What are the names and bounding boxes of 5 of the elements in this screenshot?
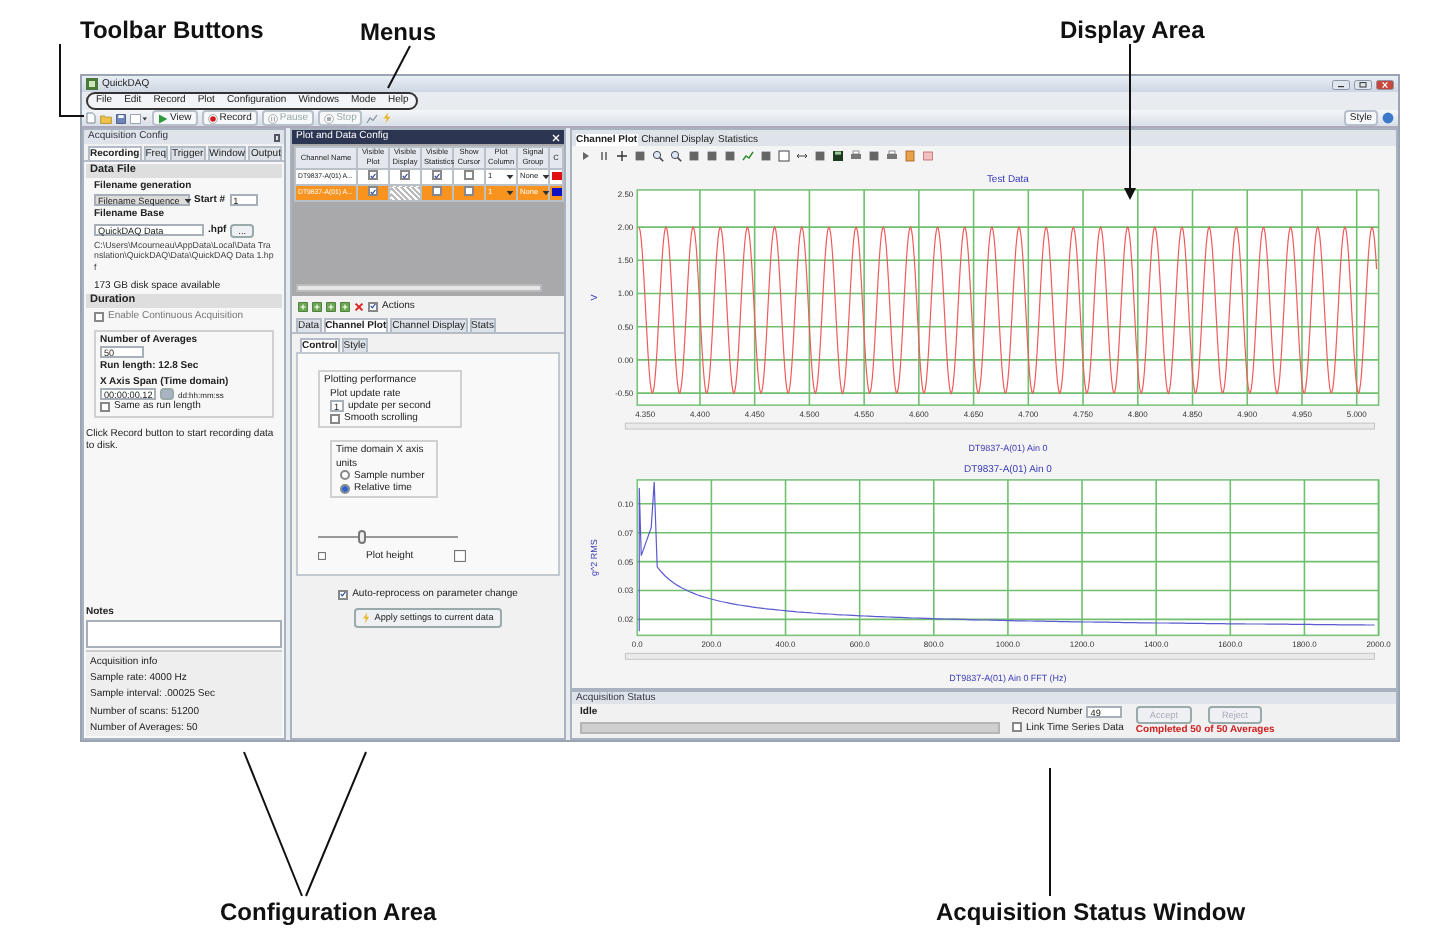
annotation-label: Configuration Area — [220, 898, 437, 926]
annotation-label: Display Area — [1060, 16, 1205, 44]
annotation-label: Acquisition Status Window — [936, 898, 1246, 926]
annotation-label: Menus — [360, 18, 437, 46]
annotation-label: Toolbar Buttons — [80, 16, 264, 44]
